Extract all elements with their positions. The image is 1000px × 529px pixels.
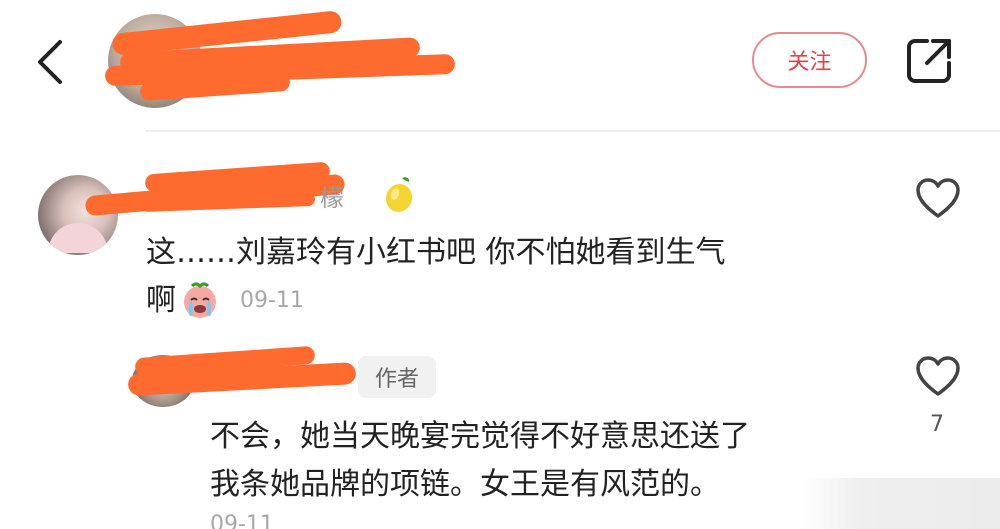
commenter-name-suffix: 檬 <box>320 184 344 212</box>
heart-outline-icon[interactable] <box>914 176 962 220</box>
crying-face-emoji-icon <box>184 282 216 318</box>
follow-button[interactable]: 关注 <box>752 32 867 88</box>
commenter-avatar[interactable] <box>38 175 118 255</box>
heart-outline-icon[interactable] <box>914 354 962 398</box>
reply-text-line2: 我条她品牌的项链。女王是有风范的。 <box>210 467 720 502</box>
reply-date: 09-11 <box>210 512 274 529</box>
top-bar: 关注 <box>0 0 1000 130</box>
header-divider <box>145 130 1000 132</box>
lemon-emoji-icon <box>385 177 413 212</box>
share-icon[interactable] <box>903 35 955 87</box>
reply-text-line1: 不会，她当天晚宴完觉得不好意思还送了 <box>210 419 750 454</box>
comment-text-line2: 啊 <box>146 283 176 318</box>
author-badge: 作者 <box>358 356 436 398</box>
comment-date: 09-11 <box>240 288 304 313</box>
comment-page: 关注 檬 这……刘嘉玲有小红书吧 你不怕她看到生气 啊 09-11 作者 不会，… <box>0 0 1000 529</box>
reply-like-count: 7 <box>930 412 944 437</box>
comment-text-line1: 这……刘嘉玲有小红书吧 你不怕她看到生气 <box>146 235 726 270</box>
back-chevron-icon[interactable] <box>30 38 70 86</box>
watermark-smudge <box>800 478 1000 529</box>
